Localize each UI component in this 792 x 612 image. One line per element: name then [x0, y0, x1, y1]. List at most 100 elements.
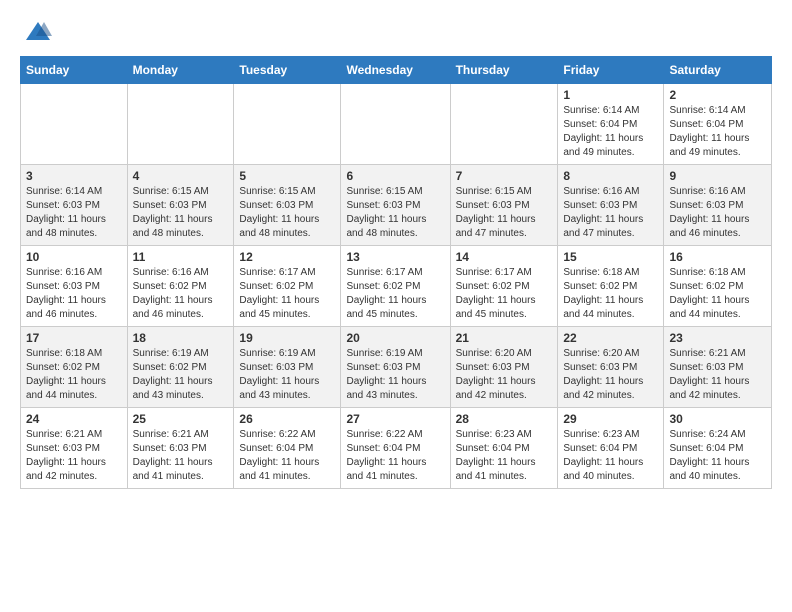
calendar-cell: 8Sunrise: 6:16 AM Sunset: 6:03 PM Daylig… [558, 165, 664, 246]
calendar-cell: 24Sunrise: 6:21 AM Sunset: 6:03 PM Dayli… [21, 408, 128, 489]
calendar-header-sunday: Sunday [21, 57, 128, 84]
day-info: Sunrise: 6:21 AM Sunset: 6:03 PM Dayligh… [669, 347, 766, 403]
calendar-cell: 20Sunrise: 6:19 AM Sunset: 6:03 PM Dayli… [341, 327, 450, 408]
calendar-week-row-1: 1 Sunrise: 6:14 AM Sunset: 6:04 PM Daylig… [21, 84, 772, 165]
calendar-cell: 11 Sunrise: 6:16 AM Sunset: 6:02 PM Dayli… [127, 246, 234, 327]
calendar-cell: 14 Sunrise: 6:17 AM Sunset: 6:02 PM Dayli… [450, 246, 558, 327]
calendar-cell: 26 Sunrise: 6:22 AM Sunset: 6:04 PM Dayli… [234, 408, 341, 489]
day-info: Sunrise: 6:21 AM Sunset: 6:03 PM Dayligh… [133, 428, 229, 484]
day-number: 21 [456, 331, 553, 345]
calendar-cell: 15Sunrise: 6:18 AM Sunset: 6:02 PM Dayli… [558, 246, 664, 327]
day-number: 25 [133, 412, 229, 426]
day-info: Sunrise: 6:23 AM Sunset: 6:04 PM Dayligh… [456, 428, 553, 484]
day-number: 29 [563, 412, 658, 426]
calendar-cell: 23 Sunrise: 6:21 AM Sunset: 6:03 PM Dayli… [664, 327, 772, 408]
calendar-week-row-4: 17 Sunrise: 6:18 AM Sunset: 6:02 PM Dayli… [21, 327, 772, 408]
day-number: 27 [346, 412, 444, 426]
day-info: Sunrise: 6:16 AM Sunset: 6:02 PM Dayligh… [133, 266, 229, 322]
calendar-cell [127, 84, 234, 165]
day-info: Sunrise: 6:24 AM Sunset: 6:04 PM Dayligh… [669, 428, 766, 484]
day-info: Sunrise: 6:16 AM Sunset: 6:03 PM Dayligh… [669, 185, 766, 241]
day-info: Sunrise: 6:15 AM Sunset: 6:03 PM Dayligh… [346, 185, 444, 241]
day-info: Sunrise: 6:14 AM Sunset: 6:04 PM Dayligh… [669, 104, 766, 160]
day-info: Sunrise: 6:15 AM Sunset: 6:03 PM Dayligh… [239, 185, 335, 241]
day-number: 22 [563, 331, 658, 345]
day-info: Sunrise: 6:21 AM Sunset: 6:03 PM Dayligh… [26, 428, 122, 484]
day-info: Sunrise: 6:18 AM Sunset: 6:02 PM Dayligh… [563, 266, 658, 322]
day-info: Sunrise: 6:15 AM Sunset: 6:03 PM Dayligh… [133, 185, 229, 241]
day-info: Sunrise: 6:16 AM Sunset: 6:03 PM Dayligh… [563, 185, 658, 241]
day-number: 10 [26, 250, 122, 264]
calendar-cell: 1 Sunrise: 6:14 AM Sunset: 6:04 PM Daylig… [558, 84, 664, 165]
day-info: Sunrise: 6:15 AM Sunset: 6:03 PM Dayligh… [456, 185, 553, 241]
calendar-cell: 29 Sunrise: 6:23 AM Sunset: 6:04 PM Dayli… [558, 408, 664, 489]
day-number: 2 [669, 88, 766, 102]
day-info: Sunrise: 6:19 AM Sunset: 6:03 PM Dayligh… [239, 347, 335, 403]
day-number: 23 [669, 331, 766, 345]
calendar-cell [341, 84, 450, 165]
day-info: Sunrise: 6:14 AM Sunset: 6:03 PM Dayligh… [26, 185, 122, 241]
calendar-cell: 9 Sunrise: 6:16 AM Sunset: 6:03 PM Daylig… [664, 165, 772, 246]
day-info: Sunrise: 6:20 AM Sunset: 6:03 PM Dayligh… [563, 347, 658, 403]
calendar-cell: 19 Sunrise: 6:19 AM Sunset: 6:03 PM Dayli… [234, 327, 341, 408]
day-number: 9 [669, 169, 766, 183]
day-number: 6 [346, 169, 444, 183]
day-number: 14 [456, 250, 553, 264]
day-number: 5 [239, 169, 335, 183]
day-info: Sunrise: 6:16 AM Sunset: 6:03 PM Dayligh… [26, 266, 122, 322]
day-number: 11 [133, 250, 229, 264]
calendar-header-tuesday: Tuesday [234, 57, 341, 84]
calendar-cell: 21 Sunrise: 6:20 AM Sunset: 6:03 PM Dayli… [450, 327, 558, 408]
day-number: 3 [26, 169, 122, 183]
day-info: Sunrise: 6:18 AM Sunset: 6:02 PM Dayligh… [669, 266, 766, 322]
day-number: 20 [346, 331, 444, 345]
calendar-cell: 16 Sunrise: 6:18 AM Sunset: 6:02 PM Dayli… [664, 246, 772, 327]
logo-icon [24, 18, 52, 46]
day-number: 7 [456, 169, 553, 183]
calendar-cell: 30 Sunrise: 6:24 AM Sunset: 6:04 PM Dayli… [664, 408, 772, 489]
calendar-cell: 12 Sunrise: 6:17 AM Sunset: 6:02 PM Dayli… [234, 246, 341, 327]
day-number: 12 [239, 250, 335, 264]
calendar-cell: 7 Sunrise: 6:15 AM Sunset: 6:03 PM Daylig… [450, 165, 558, 246]
calendar-cell: 13Sunrise: 6:17 AM Sunset: 6:02 PM Dayli… [341, 246, 450, 327]
calendar-cell [234, 84, 341, 165]
day-info: Sunrise: 6:17 AM Sunset: 6:02 PM Dayligh… [456, 266, 553, 322]
calendar-cell: 2 Sunrise: 6:14 AM Sunset: 6:04 PM Daylig… [664, 84, 772, 165]
day-number: 19 [239, 331, 335, 345]
page: SundayMondayTuesdayWednesdayThursdayFrid… [0, 0, 792, 507]
day-number: 1 [563, 88, 658, 102]
calendar-cell: 17 Sunrise: 6:18 AM Sunset: 6:02 PM Dayli… [21, 327, 128, 408]
calendar-cell: 18Sunrise: 6:19 AM Sunset: 6:02 PM Dayli… [127, 327, 234, 408]
calendar-header-row: SundayMondayTuesdayWednesdayThursdayFrid… [21, 57, 772, 84]
calendar-cell: 27 Sunrise: 6:22 AM Sunset: 6:04 PM Dayli… [341, 408, 450, 489]
day-info: Sunrise: 6:20 AM Sunset: 6:03 PM Dayligh… [456, 347, 553, 403]
calendar-header-monday: Monday [127, 57, 234, 84]
day-number: 17 [26, 331, 122, 345]
day-number: 4 [133, 169, 229, 183]
day-info: Sunrise: 6:14 AM Sunset: 6:04 PM Dayligh… [563, 104, 658, 160]
day-info: Sunrise: 6:22 AM Sunset: 6:04 PM Dayligh… [346, 428, 444, 484]
day-info: Sunrise: 6:22 AM Sunset: 6:04 PM Dayligh… [239, 428, 335, 484]
calendar-header-thursday: Thursday [450, 57, 558, 84]
calendar-week-row-5: 24Sunrise: 6:21 AM Sunset: 6:03 PM Dayli… [21, 408, 772, 489]
day-number: 26 [239, 412, 335, 426]
day-info: Sunrise: 6:18 AM Sunset: 6:02 PM Dayligh… [26, 347, 122, 403]
calendar-cell: 4 Sunrise: 6:15 AM Sunset: 6:03 PM Daylig… [127, 165, 234, 246]
calendar-cell: 10 Sunrise: 6:16 AM Sunset: 6:03 PM Dayli… [21, 246, 128, 327]
calendar-cell [450, 84, 558, 165]
calendar-cell: 22 Sunrise: 6:20 AM Sunset: 6:03 PM Dayli… [558, 327, 664, 408]
day-number: 16 [669, 250, 766, 264]
day-info: Sunrise: 6:17 AM Sunset: 6:02 PM Dayligh… [239, 266, 335, 322]
day-info: Sunrise: 6:19 AM Sunset: 6:02 PM Dayligh… [133, 347, 229, 403]
calendar-header-friday: Friday [558, 57, 664, 84]
day-number: 28 [456, 412, 553, 426]
calendar-header-wednesday: Wednesday [341, 57, 450, 84]
day-info: Sunrise: 6:17 AM Sunset: 6:02 PM Dayligh… [346, 266, 444, 322]
calendar-cell: 28 Sunrise: 6:23 AM Sunset: 6:04 PM Dayli… [450, 408, 558, 489]
calendar-cell [21, 84, 128, 165]
calendar-cell: 5 Sunrise: 6:15 AM Sunset: 6:03 PM Daylig… [234, 165, 341, 246]
calendar-header-saturday: Saturday [664, 57, 772, 84]
calendar-week-row-2: 3 Sunrise: 6:14 AM Sunset: 6:03 PM Daylig… [21, 165, 772, 246]
day-number: 30 [669, 412, 766, 426]
day-info: Sunrise: 6:23 AM Sunset: 6:04 PM Dayligh… [563, 428, 658, 484]
